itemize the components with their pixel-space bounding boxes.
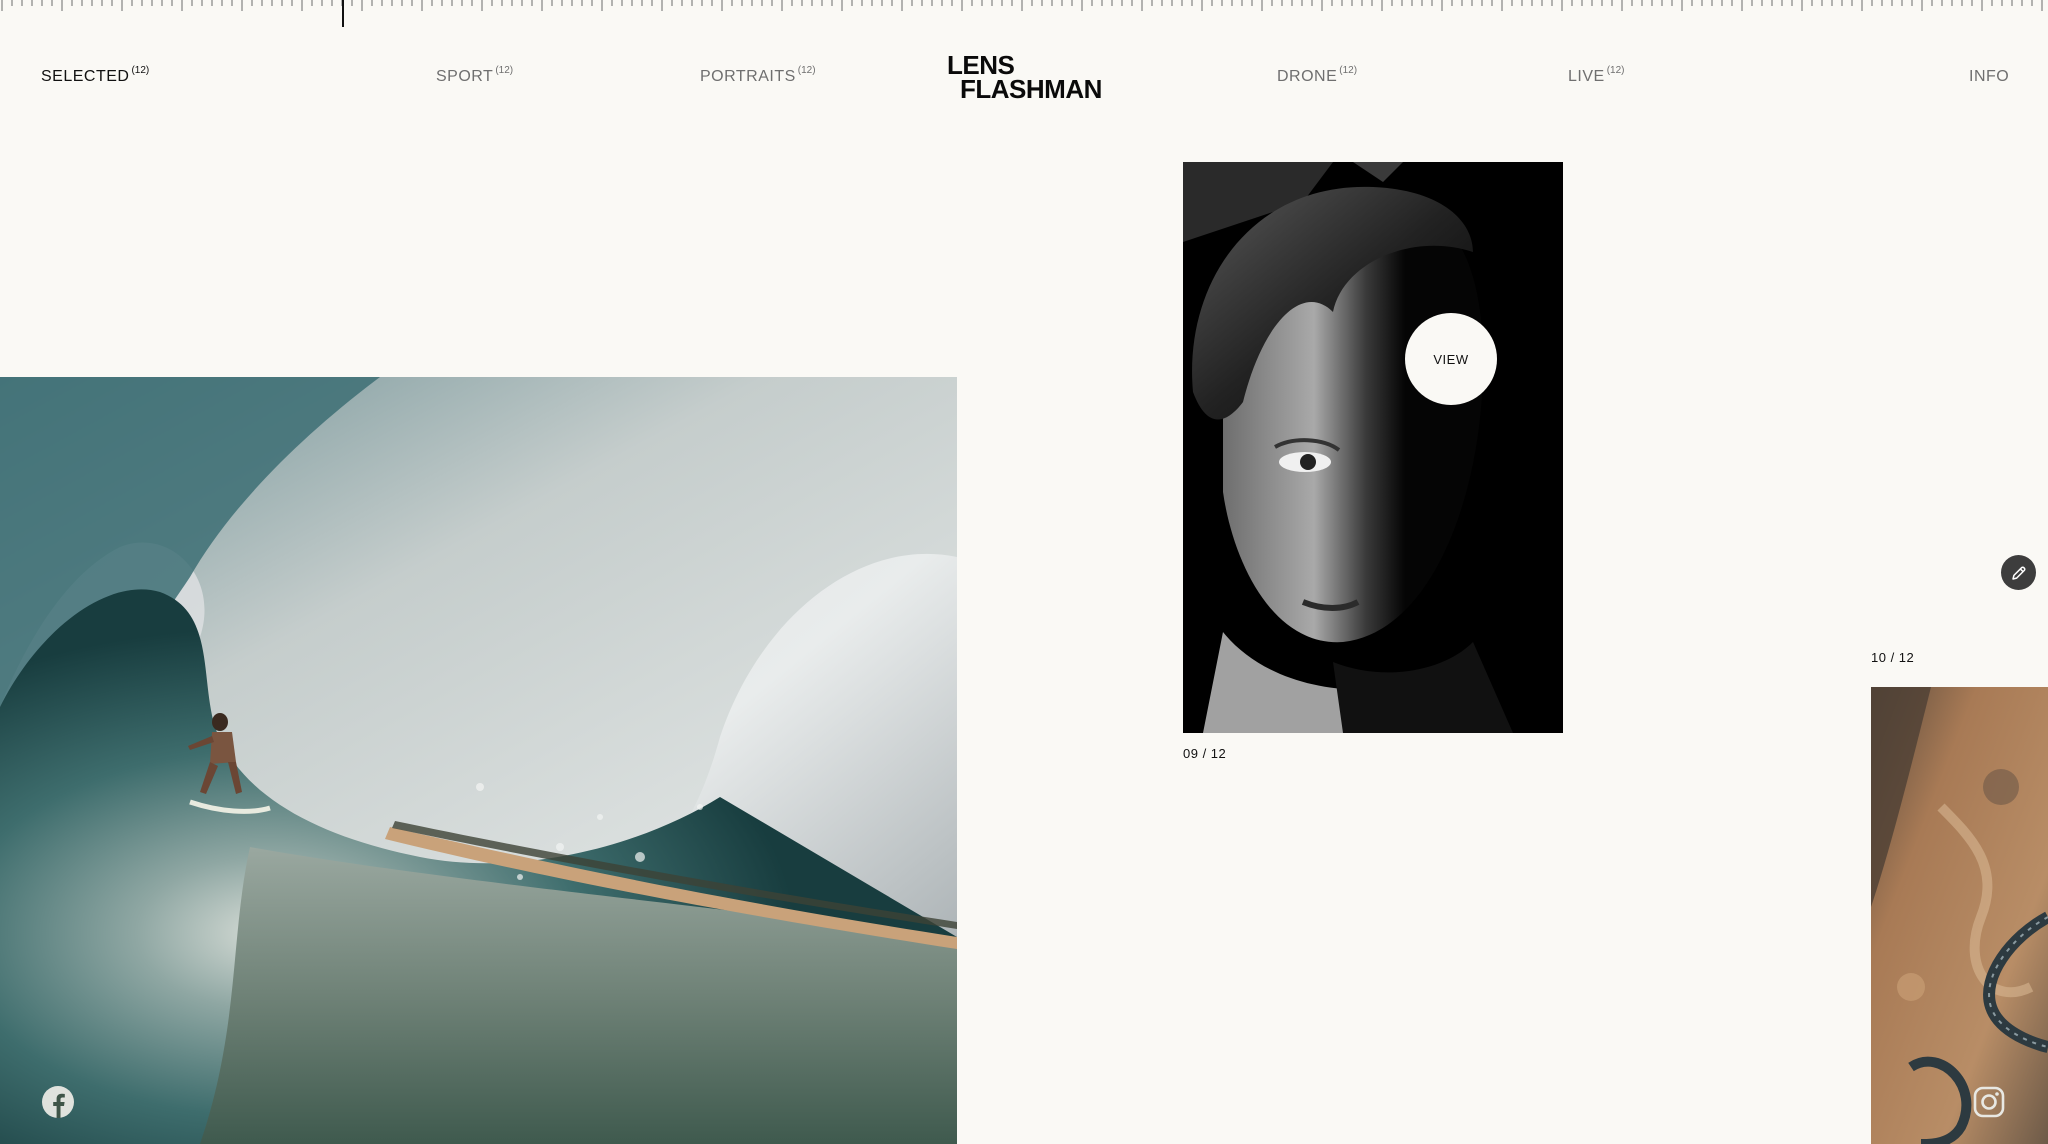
nav-info[interactable]: INFO — [1969, 67, 2009, 87]
edit-button[interactable] — [2001, 555, 2036, 590]
nav-drone-label: DRONE — [1277, 68, 1338, 85]
drone-counter: 10 / 12 — [1871, 650, 1915, 665]
nav-portraits-label: PORTRAITS — [700, 68, 796, 85]
page: SELECTED (12) SPORT (12) PORTRAITS (12) LEN… — [0, 0, 2048, 1144]
instagram-icon — [1973, 1086, 2005, 1118]
ruler-ticks — [1, 0, 2043, 27]
nav-drone[interactable]: DRONE (12) — [1277, 65, 1358, 87]
instagram-link[interactable] — [1972, 1085, 2006, 1119]
nav-live[interactable]: LIVE (12) — [1568, 65, 1625, 87]
logo-line-2: FLASHMAN — [960, 74, 1102, 104]
nav-live-label: LIVE — [1568, 68, 1605, 85]
pencil-icon — [2011, 565, 2026, 580]
nav-selected-label: SELECTED — [41, 68, 130, 85]
surf-photo[interactable] — [0, 377, 957, 1144]
nav-portraits-count: (12) — [797, 65, 816, 76]
facebook-link[interactable] — [41, 1085, 75, 1119]
portrait-photo-image — [1183, 162, 1563, 733]
view-button[interactable]: VIEW — [1405, 313, 1497, 405]
nav-selected[interactable]: SELECTED (12) — [41, 65, 150, 87]
nav-selected-count: (12) — [131, 65, 150, 76]
portrait-counter: 09 / 12 — [1183, 746, 1227, 761]
nav-sport-label: SPORT — [436, 68, 494, 85]
nav-live-count: (12) — [1606, 65, 1625, 76]
portrait-photo[interactable] — [1183, 162, 1563, 733]
drone-photo-image — [1871, 687, 2048, 1144]
scroll-ruler[interactable] — [0, 0, 2048, 30]
nav-portraits[interactable]: PORTRAITS (12) — [700, 65, 816, 87]
nav-drone-count: (12) — [1339, 65, 1358, 76]
drone-photo[interactable] — [1871, 687, 2048, 1144]
facebook-icon — [42, 1086, 74, 1118]
nav-sport-count: (12) — [495, 65, 514, 76]
site-logo[interactable]: LENS FLASHMAN — [947, 52, 1102, 104]
nav-sport[interactable]: SPORT (12) — [436, 65, 514, 87]
surf-photo-image — [0, 377, 957, 1144]
